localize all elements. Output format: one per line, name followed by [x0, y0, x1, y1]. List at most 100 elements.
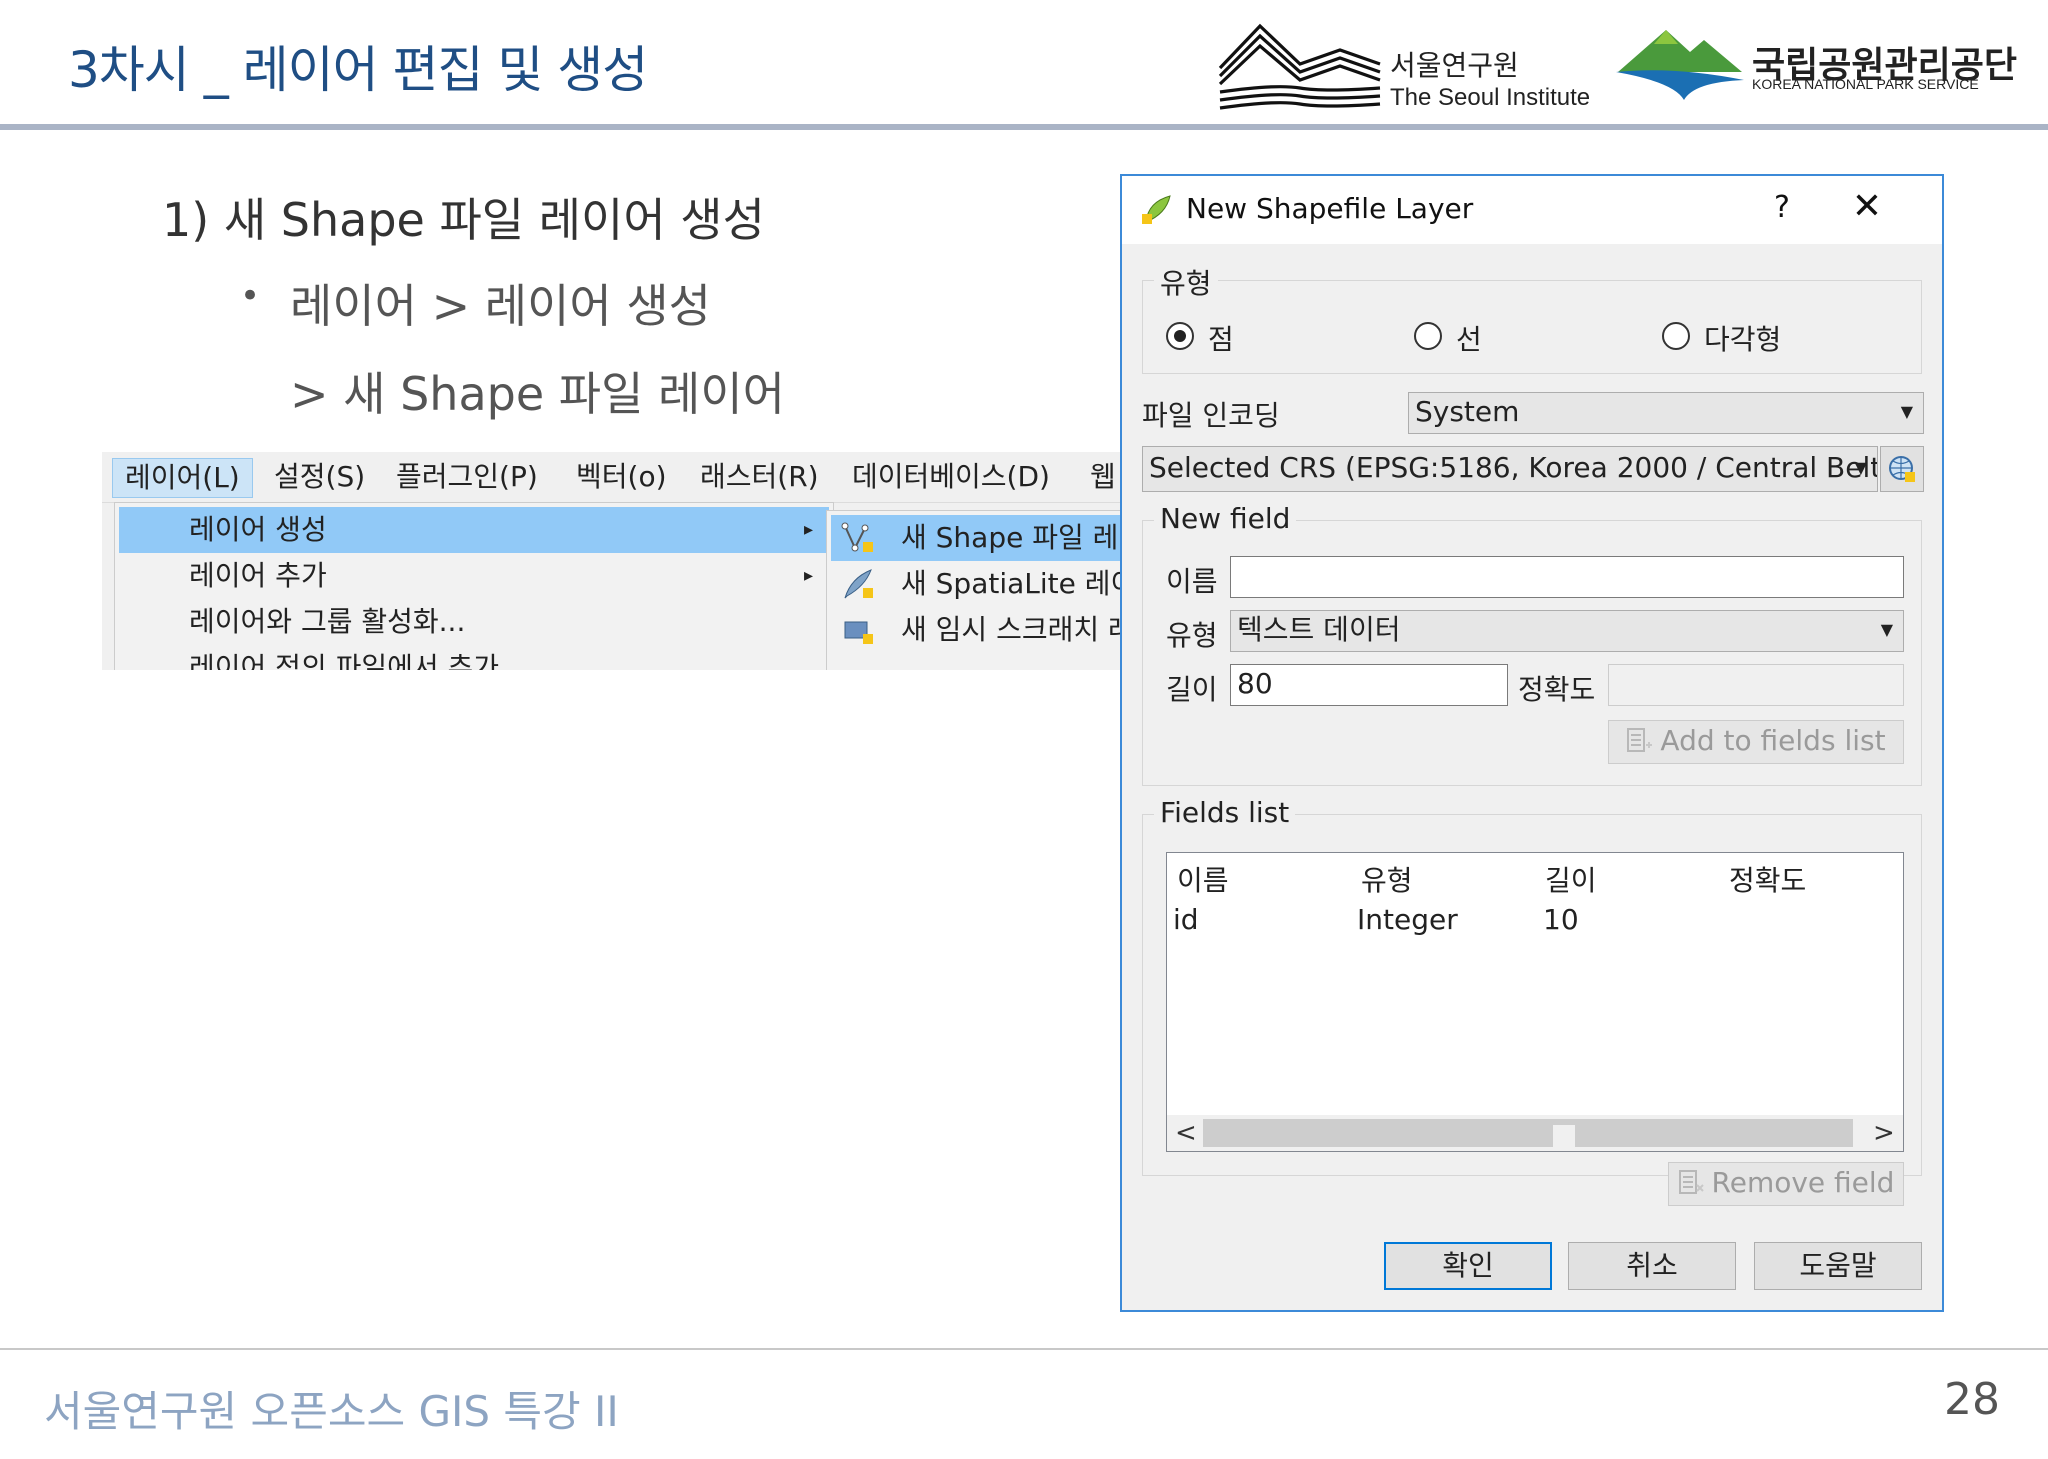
spatialite-feather-icon: [844, 569, 873, 599]
scrollbar-track[interactable]: [1203, 1119, 1853, 1147]
seoul-institute-korean-name: 서울연구원: [1390, 49, 1519, 82]
menu-item-label: 레이어와 그룹 활성화...: [189, 605, 466, 638]
dialog-title: New Shapefile Layer: [1186, 192, 1474, 225]
field-name-label: 이름: [1166, 565, 1218, 598]
dialog-help-button[interactable]: 도움말: [1754, 1242, 1922, 1290]
geometry-type-group-title: 유형: [1154, 262, 1218, 302]
create-layer-submenu: 새 Shape 파일 레이어 새 SpatiaLite 레이어 새 임시 스크래…: [826, 510, 1120, 670]
encoding-select[interactable]: System ▼: [1408, 392, 1924, 434]
menu-item-add-layer[interactable]: 레이어 추가 ▸: [119, 553, 829, 599]
cell-name[interactable]: id: [1173, 903, 1199, 936]
radio-point[interactable]: [1166, 322, 1194, 350]
encoding-value: System: [1415, 395, 1520, 428]
footer-divider: [0, 1348, 2048, 1350]
qgis-leaf-icon: [1142, 195, 1171, 224]
dropdown-arrow-icon: ▼: [1900, 402, 1913, 421]
crs-value: Selected CRS (EPSG:5186, Korea 2000 / Ce…: [1149, 451, 1878, 484]
menu-web[interactable]: 웹: [1090, 458, 1116, 496]
slide-title: 3차시 _ 레이어 편집 및 생성: [68, 41, 648, 99]
submenu-item-new-scratch[interactable]: 새 임시 스크래치 레이어: [831, 607, 1120, 653]
fields-table[interactable]: 이름 유형 길이 정확도 id Integer 10 < >: [1166, 852, 1904, 1152]
qgis-menu-screenshot: 레이어(L) 설정(S) 플러그인(P) 벡터(o) 래스터(R) 데이터베이스…: [102, 452, 1120, 670]
cell-length[interactable]: 10: [1543, 903, 1579, 936]
bullet-menu-path-1: 레이어 > 레이어 생성: [290, 279, 711, 333]
help-button[interactable]: ?: [1774, 190, 1790, 225]
dialog-titlebar: New Shapefile Layer ? ✕: [1122, 176, 1942, 244]
horizontal-scrollbar[interactable]: < >: [1167, 1115, 1903, 1151]
step-heading: 1) 새 Shape 파일 레이어 생성: [162, 193, 765, 247]
add-field-icon: [1627, 728, 1653, 752]
menu-item-label: 레이어 생성: [189, 513, 327, 546]
close-button[interactable]: ✕: [1842, 182, 1892, 232]
field-type-select[interactable]: 텍스트 데이터 ▼: [1230, 610, 1904, 652]
add-to-fields-list-button[interactable]: Add to fields list: [1608, 720, 1904, 764]
menu-item-add-from-definition[interactable]: 레이어 정의 파일에서 추가: [119, 645, 829, 670]
radio-polygon-label: 다각형: [1704, 323, 1782, 356]
remove-field-button[interactable]: Remove field: [1668, 1162, 1904, 1206]
bullet-menu-path-2: > 새 Shape 파일 레이어: [290, 367, 785, 421]
menu-plugins[interactable]: 플러그인(P): [396, 458, 538, 496]
header-divider: [0, 124, 2048, 130]
submenu-item-label: 새 Shape 파일 레이어: [901, 521, 1120, 554]
menu-database[interactable]: 데이터베이스(D): [852, 458, 1050, 496]
menu-layer[interactable]: 레이어(L): [112, 458, 253, 498]
remove-field-label: Remove field: [1711, 1166, 1895, 1199]
radio-polygon[interactable]: [1662, 322, 1690, 350]
geometry-type-group: [1142, 280, 1922, 374]
menu-item-create-layer[interactable]: 레이어 생성 ▸: [119, 507, 829, 553]
menu-settings[interactable]: 설정(S): [274, 458, 365, 496]
dropdown-arrow-icon: ▼: [1880, 620, 1893, 639]
column-header-precision[interactable]: 정확도: [1729, 859, 1806, 899]
remove-field-icon: [1678, 1170, 1704, 1194]
cell-type[interactable]: Integer: [1357, 903, 1458, 936]
globe-icon: [1889, 456, 1915, 482]
new-shapefile-dialog: New Shapefile Layer ? ✕ 유형 점 선 다각형 파일 인코…: [1120, 174, 1944, 1312]
radio-point-label: 점: [1208, 323, 1234, 356]
menu-item-label: 레이어 추가: [189, 559, 327, 592]
layer-menu-dropdown: 레이어 생성 ▸ 레이어 추가 ▸ 레이어와 그룹 활성화... 레이어 정의 …: [114, 502, 834, 670]
field-precision-input[interactable]: [1608, 664, 1904, 706]
menu-vector[interactable]: 벡터(o): [576, 458, 667, 496]
new-shapefile-icon: [841, 522, 873, 552]
scrollbar-thumb[interactable]: [1553, 1125, 1575, 1147]
new-field-group-title: New field: [1154, 502, 1297, 535]
menu-item-label: 레이어 정의 파일에서 추가: [189, 651, 500, 670]
column-header-type[interactable]: 유형: [1361, 859, 1413, 899]
field-type-value: 텍스트 데이터: [1237, 613, 1401, 646]
menu-item-activate-layers[interactable]: 레이어와 그룹 활성화...: [119, 599, 829, 645]
footer-course-title: 서울연구원 오픈소스 GIS 특강 II: [44, 1387, 619, 1436]
scroll-right-icon[interactable]: >: [1873, 1115, 1895, 1151]
knps-english-name: KOREA NATIONAL PARK SERVICE: [1752, 76, 1979, 92]
crs-select-button[interactable]: [1880, 446, 1924, 492]
ok-button[interactable]: 확인: [1384, 1242, 1552, 1290]
field-name-input[interactable]: [1230, 556, 1904, 598]
cancel-button[interactable]: 취소: [1568, 1242, 1736, 1290]
crs-select[interactable]: Selected CRS (EPSG:5186, Korea 2000 / Ce…: [1142, 446, 1878, 492]
submenu-item-new-spatialite[interactable]: 새 SpatiaLite 레이어: [831, 561, 1120, 607]
scratch-layer-icon: [844, 621, 873, 644]
encoding-label: 파일 인코딩: [1142, 399, 1280, 432]
seoul-institute-logo: [1218, 23, 1381, 110]
knps-logo: [1616, 30, 1744, 100]
column-header-length[interactable]: 길이: [1545, 859, 1597, 899]
column-header-name[interactable]: 이름: [1177, 859, 1229, 899]
seoul-institute-english-name: The Seoul Institute: [1390, 84, 1591, 111]
field-precision-label: 정확도: [1518, 673, 1596, 706]
submenu-item-label: 새 임시 스크래치 레이어: [901, 613, 1120, 646]
radio-line-label: 선: [1456, 323, 1482, 356]
dropdown-arrow-icon: ▼: [1854, 458, 1867, 477]
submenu-item-label: 새 SpatiaLite 레이어: [901, 567, 1120, 600]
field-length-label: 길이: [1166, 673, 1218, 706]
page-number: 28: [1944, 1374, 2000, 1425]
scroll-left-icon[interactable]: <: [1175, 1115, 1197, 1151]
menubar: 레이어(L) 설정(S) 플러그인(P) 벡터(o) 래스터(R) 데이터베이스…: [102, 452, 1120, 503]
field-length-input[interactable]: 80: [1230, 664, 1508, 706]
add-to-fields-list-label: Add to fields list: [1660, 724, 1886, 757]
radio-line[interactable]: [1414, 322, 1442, 350]
menu-raster[interactable]: 래스터(R): [700, 458, 819, 496]
fields-list-group-title: Fields list: [1154, 796, 1296, 829]
bullet-dot: •: [240, 276, 261, 316]
submenu-item-new-shapefile[interactable]: 새 Shape 파일 레이어: [831, 515, 1120, 561]
submenu-arrow-icon: ▸: [803, 519, 813, 540]
field-type-label: 유형: [1166, 619, 1218, 652]
